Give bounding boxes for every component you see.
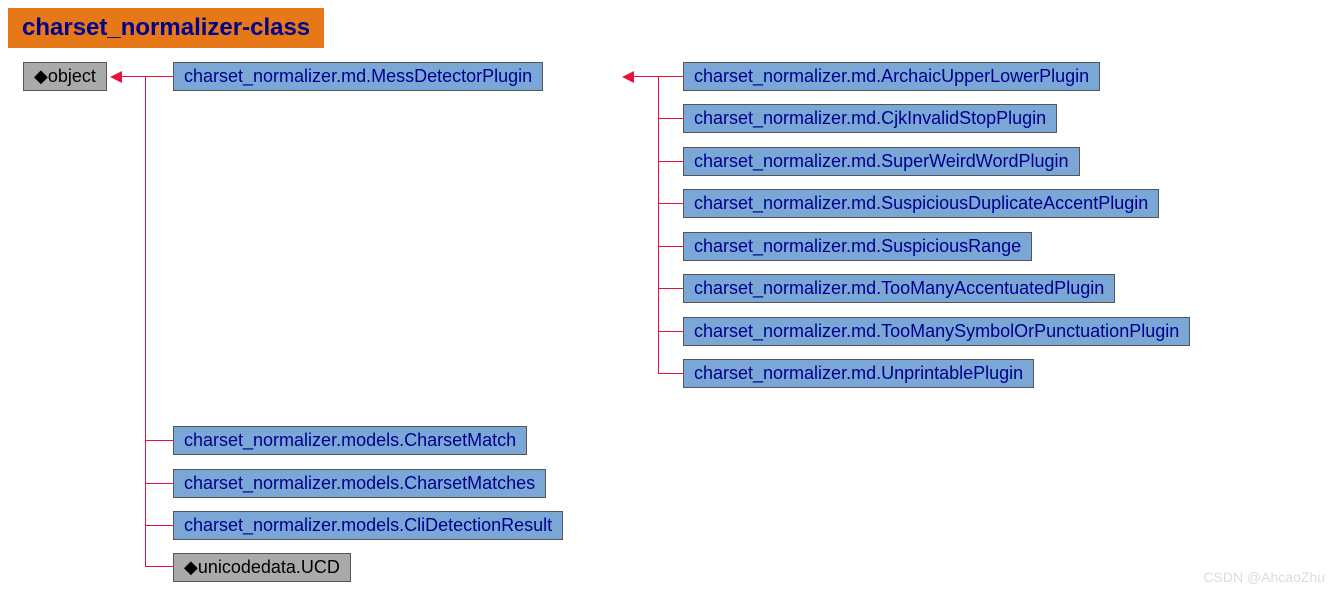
connector: [658, 118, 683, 119]
connector: [145, 525, 173, 526]
node-plugin: charset_normalizer.md.SuspiciousRange: [683, 232, 1032, 261]
connector: [145, 76, 146, 566]
node-object: ◆object: [23, 62, 107, 91]
node-model: charset_normalizer.models.CharsetMatch: [173, 426, 527, 455]
diagram-title: charset_normalizer-class: [8, 8, 324, 48]
node-mess-detector: charset_normalizer.md.MessDetectorPlugin: [173, 62, 543, 91]
connector: [122, 76, 173, 77]
arrow-icon: [110, 71, 122, 83]
node-plugin: charset_normalizer.md.TooManySymbolOrPun…: [683, 317, 1190, 346]
connector: [145, 483, 173, 484]
connector: [658, 288, 683, 289]
connector: [658, 373, 683, 374]
connector: [658, 203, 683, 204]
node-plugin: charset_normalizer.md.CjkInvalidStopPlug…: [683, 104, 1057, 133]
connector: [658, 246, 683, 247]
connector: [658, 76, 659, 373]
node-plugin: charset_normalizer.md.UnprintablePlugin: [683, 359, 1034, 388]
watermark: CSDN @AhcaoZhu: [1203, 569, 1325, 585]
node-model: charset_normalizer.models.CliDetectionRe…: [173, 511, 563, 540]
connector: [145, 566, 173, 567]
connector: [658, 331, 683, 332]
connector: [658, 161, 683, 162]
node-plugin: charset_normalizer.md.ArchaicUpperLowerP…: [683, 62, 1100, 91]
node-plugin: charset_normalizer.md.TooManyAccentuated…: [683, 274, 1115, 303]
arrow-icon: [622, 71, 634, 83]
node-plugin: charset_normalizer.md.SuspiciousDuplicat…: [683, 189, 1159, 218]
node-ucd: ◆unicodedata.UCD: [173, 553, 351, 582]
connector: [145, 440, 173, 441]
node-model: charset_normalizer.models.CharsetMatches: [173, 469, 546, 498]
node-plugin: charset_normalizer.md.SuperWeirdWordPlug…: [683, 147, 1080, 176]
